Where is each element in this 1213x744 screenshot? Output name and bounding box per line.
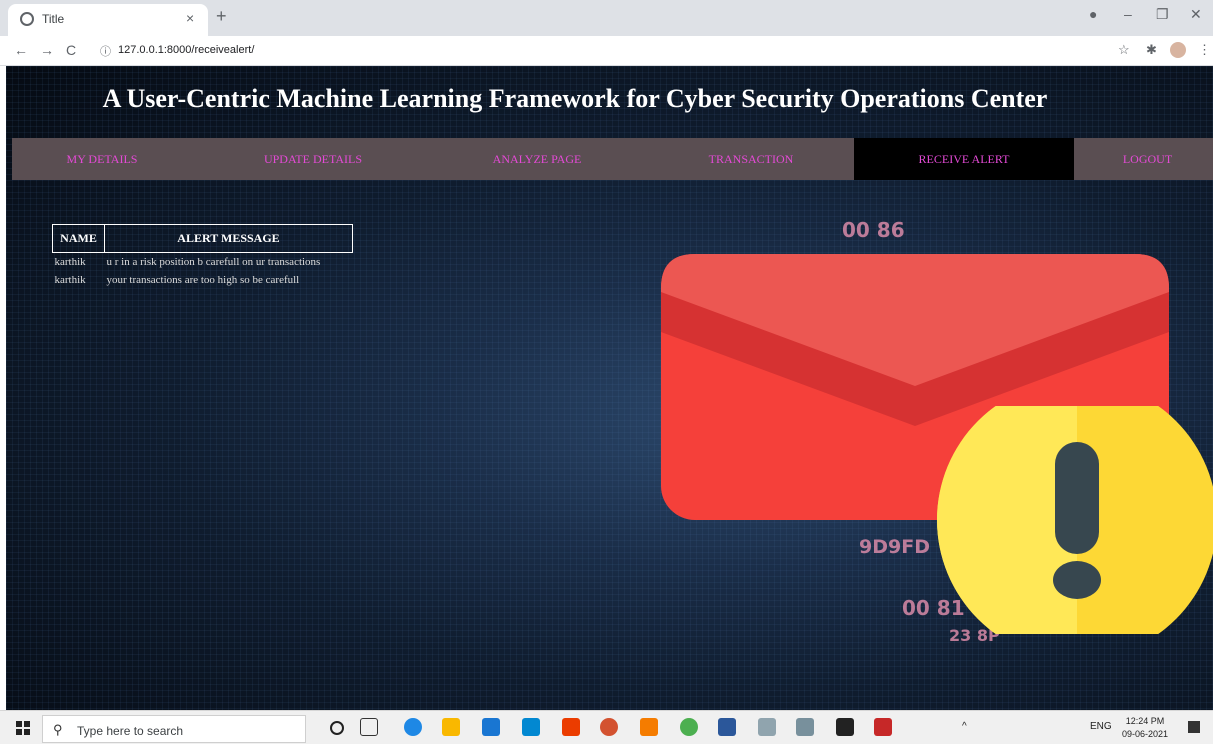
- site-info-icon[interactable]: ⓘ: [100, 43, 111, 59]
- menu-item-transaction[interactable]: TRANSACTION: [646, 138, 856, 180]
- mcafee-icon[interactable]: [874, 718, 892, 736]
- file-explorer-icon[interactable]: [442, 718, 460, 736]
- profile-icon[interactable]: ●: [1089, 6, 1097, 22]
- store-icon[interactable]: [482, 718, 500, 736]
- cell-name: karthik: [54, 274, 86, 286]
- cell-alert-message: your transactions are too high so be car…: [106, 274, 300, 286]
- clock-date: 09-06-2021: [1122, 729, 1169, 739]
- header-name: NAME: [52, 224, 105, 253]
- menu-item-logout[interactable]: LOGOUT: [1082, 138, 1213, 180]
- browser-menu-icon[interactable]: ⋮: [1198, 42, 1211, 58]
- binary-text: 00 86: [842, 218, 905, 242]
- search-placeholder: Type here to search: [77, 724, 184, 738]
- browser-tab-bar: Title × + ● – ❐ ✕: [0, 0, 1213, 36]
- menu-item-update-details[interactable]: UPDATE DETAILS: [208, 138, 418, 180]
- vlc-icon[interactable]: [640, 718, 658, 736]
- back-icon[interactable]: ←: [14, 42, 28, 58]
- clock[interactable]: 12:24 PM 09-06-2021: [1122, 715, 1168, 741]
- forward-icon[interactable]: →: [40, 42, 54, 58]
- task-view-icon[interactable]: [360, 718, 378, 736]
- powerpoint-icon[interactable]: [600, 718, 618, 736]
- alerts-table: NAME ALERT MESSAGE karthik u r in a risk…: [52, 224, 353, 289]
- clock-time: 12:24 PM: [1125, 716, 1165, 726]
- tab-close-icon[interactable]: ×: [186, 10, 194, 26]
- taskbar: ⚲ Type here to search ^ ENG 12:24 PM 09-…: [0, 710, 1213, 744]
- office-icon[interactable]: [562, 718, 580, 736]
- address-bar: ← → C ⓘ 127.0.0.1:8000/receivealert/ ☆ ✱…: [0, 36, 1213, 66]
- menu-item-receive-alert[interactable]: RECEIVE ALERT: [854, 138, 1074, 180]
- taskbar-search-input[interactable]: ⚲ Type here to search: [42, 715, 306, 743]
- cell-alert-message: u r in a risk position b carefull on ur …: [106, 256, 321, 268]
- new-tab-icon[interactable]: +: [216, 6, 227, 27]
- cell-name: karthik: [54, 256, 86, 268]
- binary-text: 9D9FD: [859, 536, 930, 558]
- warning-icon: [937, 406, 1213, 634]
- bookmark-star-icon[interactable]: ☆: [1118, 42, 1130, 58]
- tab-title: Title: [42, 12, 65, 26]
- cmd-icon[interactable]: [836, 718, 854, 736]
- table-header-row: NAME ALERT MESSAGE: [52, 224, 353, 253]
- edge-icon[interactable]: [404, 718, 422, 736]
- table-row: karthik your transactions are too high s…: [53, 271, 353, 289]
- avatar[interactable]: [1170, 42, 1186, 58]
- restore-icon[interactable]: ❐: [1156, 6, 1169, 23]
- globe-icon: [20, 12, 34, 26]
- chrome-icon[interactable]: [680, 718, 698, 736]
- cortana-icon[interactable]: [330, 721, 344, 735]
- menu-item-my-details[interactable]: MY DETAILS: [12, 138, 192, 180]
- url-field[interactable]: 127.0.0.1:8000/receivealert/: [118, 44, 254, 56]
- page-viewport: A User-Centric Machine Learning Framewor…: [6, 66, 1213, 710]
- windows-start-icon[interactable]: [16, 721, 30, 735]
- tray-chevron-icon[interactable]: ^: [962, 721, 967, 732]
- header-alert-message: ALERT MESSAGE: [104, 224, 353, 253]
- reload-icon[interactable]: C: [66, 42, 76, 58]
- search-icon: ⚲: [53, 722, 63, 737]
- main-menu: MY DETAILS UPDATE DETAILS ANALYZE PAGE T…: [12, 138, 1213, 180]
- window-close-icon[interactable]: ✕: [1190, 6, 1202, 23]
- extensions-icon[interactable]: ✱: [1146, 42, 1157, 58]
- table-row: karthik u r in a risk position b careful…: [53, 253, 353, 272]
- menu-item-analyze-page[interactable]: ANALYZE PAGE: [432, 138, 642, 180]
- browser-tab[interactable]: Title ×: [8, 4, 208, 36]
- language-indicator[interactable]: ENG: [1090, 721, 1112, 732]
- notepad-icon[interactable]: [758, 718, 776, 736]
- page-title: A User-Centric Machine Learning Framewor…: [102, 84, 1048, 113]
- word-icon[interactable]: [718, 718, 736, 736]
- app-icon[interactable]: [796, 718, 814, 736]
- app-icon[interactable]: [522, 718, 540, 736]
- minimize-icon[interactable]: –: [1124, 6, 1132, 22]
- notification-icon[interactable]: [1188, 721, 1200, 733]
